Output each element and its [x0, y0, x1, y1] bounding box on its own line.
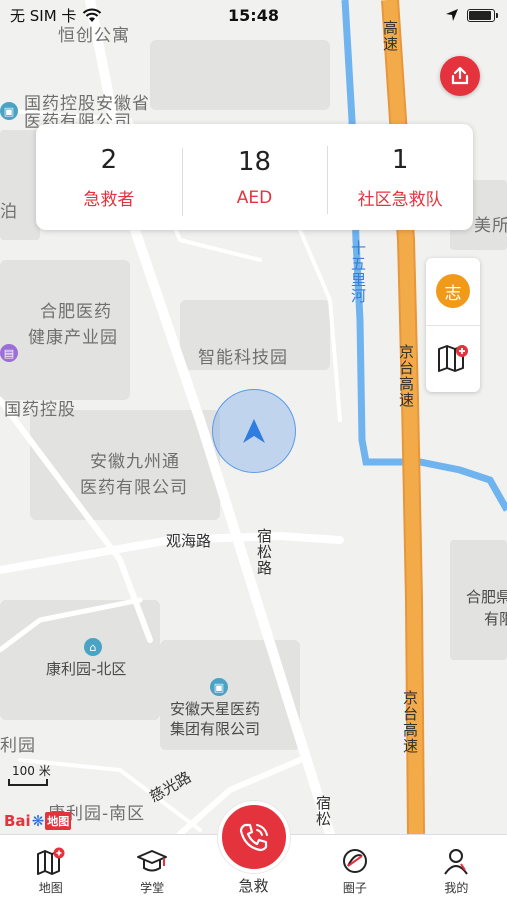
map-label-hefei-right-1: 合肥県: [466, 588, 507, 606]
hotel-poi-icon: ▤: [0, 344, 18, 362]
phone-icon: [239, 823, 268, 852]
map-label-edge: 泊: [0, 202, 18, 222]
emergency-call-button[interactable]: [218, 801, 290, 873]
residence-poi-icon: ⌂: [84, 638, 102, 656]
tab-mine[interactable]: 我的: [406, 835, 507, 900]
navigation-arrow-icon: [243, 419, 265, 443]
user-icon: [444, 849, 469, 875]
road-label-highway-bottom: 京台高速: [401, 690, 419, 754]
map-add-icon: [438, 344, 468, 372]
map-label-hefei-yiyao-1: 合肥医药: [40, 302, 112, 322]
stat-label: AED: [236, 187, 273, 208]
map-label-hefei-yiyao-2: 健康产业园: [28, 328, 118, 348]
stat-value: 2: [100, 144, 118, 175]
battery-level: [469, 10, 491, 20]
baidu-logo-text: Bai: [4, 812, 31, 830]
baidu-map-logo: Bai ❋ 地图: [4, 812, 72, 830]
map-scale-text: 100 米: [12, 764, 51, 778]
baidu-paw-icon: ❋: [31, 812, 45, 830]
stat-label: 社区急救队: [357, 190, 443, 211]
tab-circle[interactable]: 圈子: [304, 835, 405, 900]
company-poi-icon: ▣: [210, 678, 228, 696]
baidu-logo-map-text: 地图: [45, 812, 72, 830]
map-label-mei: 美所: [474, 216, 507, 236]
volunteer-badge: 志: [436, 274, 470, 309]
map-scale-bar: [8, 779, 48, 786]
map-label-guoyaokonggu: 国药控股: [4, 400, 76, 420]
location-arrow-icon: [446, 9, 458, 21]
map-scale: 100 米: [8, 762, 51, 786]
map-label-hefei-right-2: 有限: [484, 610, 507, 628]
map-label-jiuzhoutong-2: 医药有限公司: [80, 478, 188, 498]
carrier-text: 无 SIM 卡: [10, 6, 77, 25]
stat-value: 18: [237, 147, 272, 178]
current-location-marker: [212, 389, 296, 473]
tab-label: 我的: [444, 881, 469, 895]
map-icon: [36, 847, 65, 875]
status-bar: 无 SIM 卡 15:48: [0, 0, 507, 30]
share-icon: [451, 66, 469, 85]
road-label-susong-2: 宿松: [314, 795, 332, 827]
rescue-stats-card: 2 急救者 18 AED 1 社区急救队: [36, 124, 473, 230]
tab-label: 学堂: [140, 881, 165, 895]
map-label-zhineng: 智能科技园: [198, 348, 288, 368]
road-label-highway-mid: 京台高速: [397, 344, 415, 408]
map-label-kangliyuan-north: 康利园-北区: [46, 660, 127, 678]
road-label-susong: 宿松路: [255, 528, 273, 576]
map-add-button[interactable]: [426, 324, 480, 393]
tab-label: 圈子: [342, 881, 367, 895]
tab-label: 急救: [238, 877, 269, 895]
tab-map[interactable]: 地图: [0, 835, 101, 900]
building-poi-icon: ▣: [0, 102, 18, 120]
map-side-controls: 志: [426, 258, 480, 392]
circle-icon: [342, 849, 367, 873]
map-label-tianxing-1: 安徽天星医药: [170, 700, 261, 718]
map-label-jiuzhoutong-1: 安徽九州通: [90, 452, 180, 472]
map-label-liyuan: 利园: [0, 736, 36, 756]
stat-community-team[interactable]: 1 社区急救队: [327, 144, 473, 214]
stat-aed[interactable]: 18 AED: [181, 146, 328, 216]
share-button[interactable]: [440, 56, 480, 96]
volunteer-button[interactable]: 志: [426, 258, 480, 325]
road-label-guanhai: 观海路: [166, 532, 212, 550]
stat-value: 1: [391, 144, 409, 175]
battery-icon: [467, 8, 498, 22]
river-label-shiwuli: 十五里河: [349, 240, 367, 304]
stat-rescuers[interactable]: 2 急救者: [36, 144, 182, 211]
tab-label: 地图: [38, 881, 63, 895]
stat-label: 急救者: [83, 190, 135, 211]
wifi-icon: [83, 8, 102, 22]
graduation-cap-icon: [137, 850, 168, 872]
map-label-tianxing-2: 集团有限公司: [170, 720, 261, 738]
tab-school[interactable]: 学堂: [101, 835, 202, 900]
